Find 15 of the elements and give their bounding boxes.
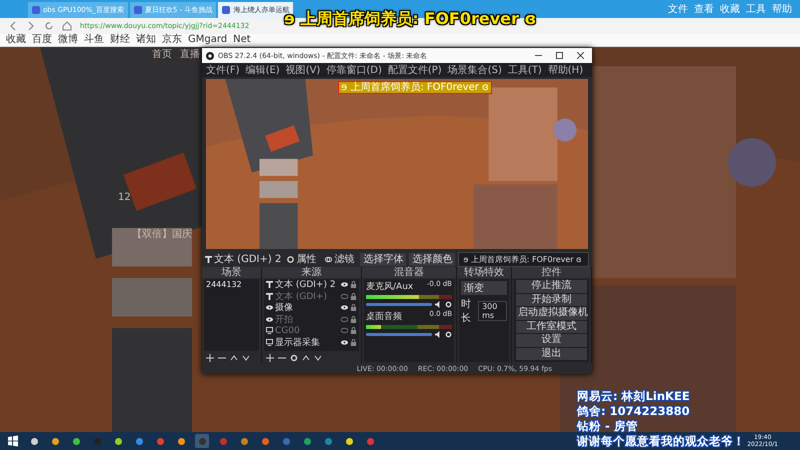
bookmark[interactable]: 斗鱼 (84, 35, 104, 45)
bookmark[interactable]: 收藏 (6, 35, 26, 45)
bookmark[interactable]: 微博 (58, 35, 78, 45)
home-icon[interactable] (62, 21, 72, 31)
bookmark[interactable]: 财经 (110, 35, 130, 45)
forward-icon[interactable] (26, 21, 36, 31)
windows-logo-icon[interactable] (6, 434, 20, 448)
back-icon[interactable] (8, 21, 18, 31)
refresh-icon[interactable] (44, 21, 54, 31)
bookmark[interactable]: 诸知 (136, 35, 156, 45)
bookmark[interactable]: GMgard (188, 35, 228, 45)
bookmark[interactable]: Net (233, 35, 251, 45)
bookmark[interactable]: 百度 (32, 35, 52, 45)
overlay-text: 谢谢每个愿意看我的观众老爷！ (577, 434, 745, 449)
bookmark[interactable]: 京东 (162, 35, 182, 45)
